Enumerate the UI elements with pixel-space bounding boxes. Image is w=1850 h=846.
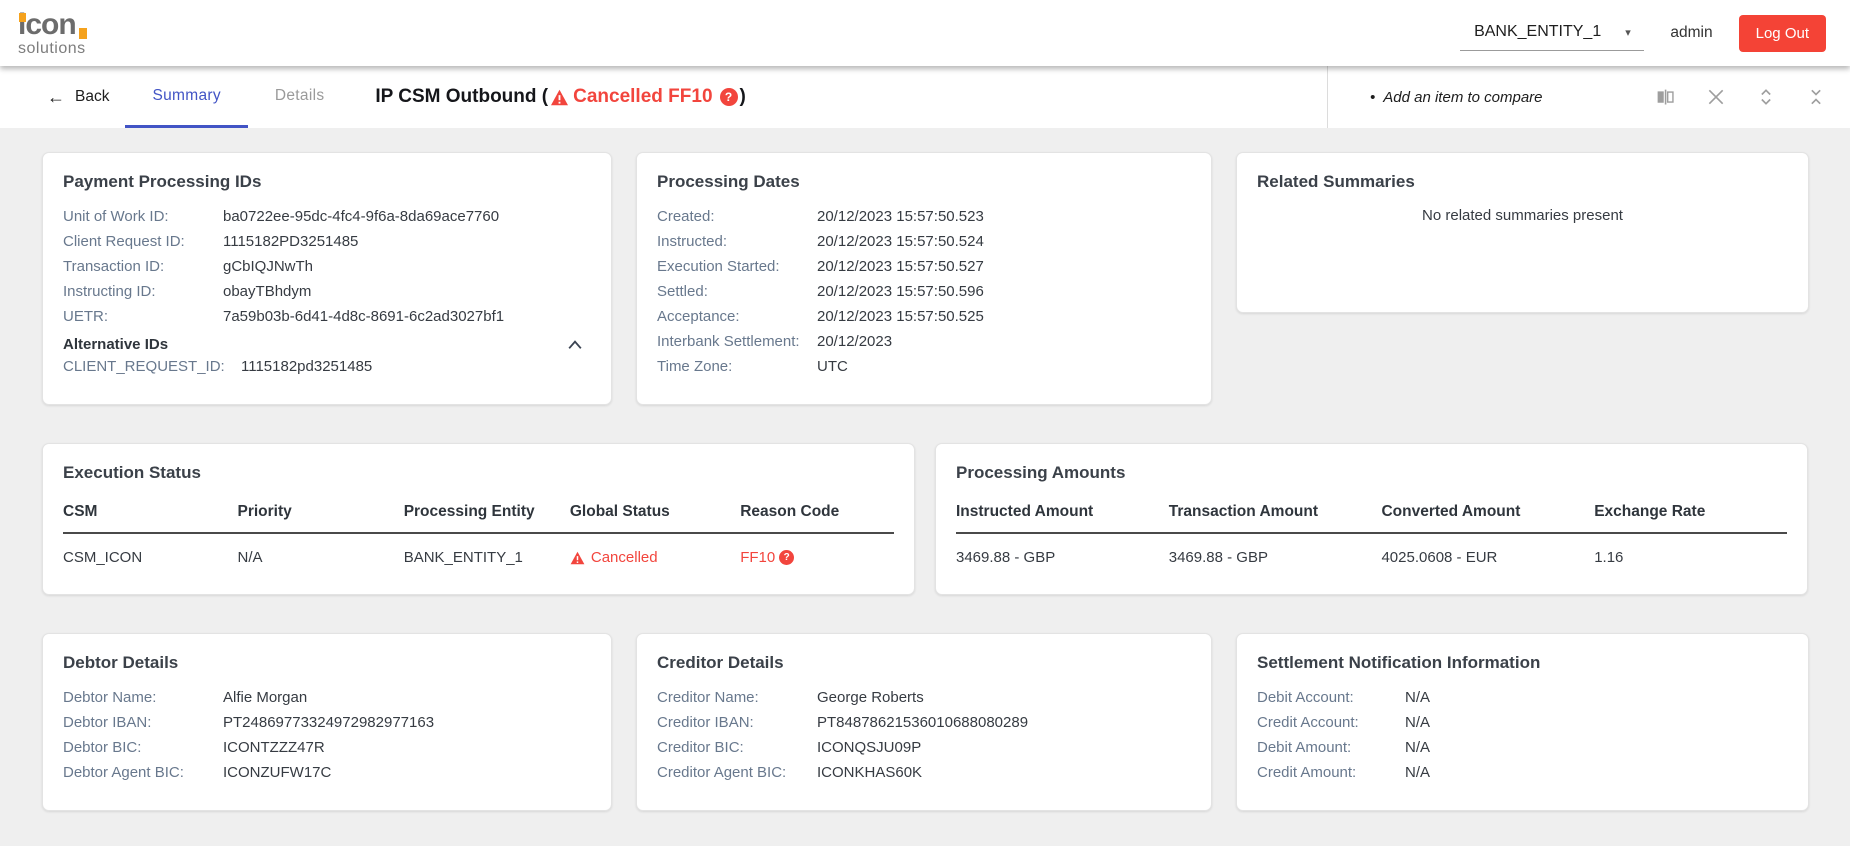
warning-triangle-icon bbox=[550, 89, 569, 106]
chevron-down-icon: ▾ bbox=[1625, 26, 1631, 39]
card-title: Related Summaries bbox=[1257, 172, 1788, 192]
csm-cell: CSM_ICON bbox=[63, 549, 238, 566]
transaction-amount-cell: 3469.88 - GBP bbox=[1169, 549, 1382, 566]
page-title: IP CSM Outbound ( Cancelled FF10 ? ) bbox=[375, 66, 745, 128]
field-row: Created:20/12/2023 15:57:50.523 bbox=[657, 207, 1191, 227]
field-row: Debtor BIC:ICONTZZZ47R bbox=[63, 738, 591, 758]
help-icon[interactable]: ? bbox=[720, 88, 738, 106]
field-row: Debtor Name:Alfie Morgan bbox=[63, 688, 591, 708]
logo-orange-tail bbox=[79, 28, 87, 39]
reason-code-cell: FF10 ? bbox=[740, 549, 894, 566]
field-row: Creditor Name:George Roberts bbox=[657, 688, 1191, 708]
page-title-prefix: IP CSM Outbound ( bbox=[375, 86, 548, 108]
field-row: Time Zone:UTC bbox=[657, 357, 1191, 377]
compare-icon[interactable] bbox=[1655, 87, 1676, 108]
field-row: Debtor IBAN:PT24869773324972982977163 bbox=[63, 713, 591, 733]
table-header-row: CSM Priority Processing Entity Global St… bbox=[63, 503, 894, 534]
converted-amount-cell: 4025.0608 - EUR bbox=[1381, 549, 1594, 566]
debtor-details-card: Debtor Details Debtor Name:Alfie Morgan … bbox=[42, 633, 612, 811]
chevron-up-icon[interactable] bbox=[565, 338, 585, 352]
field-row: Transaction ID:gCbIQJNwTh bbox=[63, 257, 591, 277]
field-row: CLIENT_REQUEST_ID:1115182pd3251485 bbox=[63, 357, 591, 377]
field-row: Debtor Agent BIC:ICONZUFW17C bbox=[63, 763, 591, 783]
summary-toolbar: ← Back Summary Details IP CSM Outbound (… bbox=[0, 66, 1850, 128]
execution-status-card: Execution Status CSM Priority Processing… bbox=[42, 443, 915, 595]
field-row: Instructed:20/12/2023 15:57:50.524 bbox=[657, 232, 1191, 252]
field-row: Debit Amount:N/A bbox=[1257, 738, 1788, 758]
field-row: Settled:20/12/2023 15:57:50.596 bbox=[657, 282, 1191, 302]
logo-orange-dot bbox=[19, 13, 26, 22]
payment-processing-ids-card: Payment Processing IDs Unit of Work ID:b… bbox=[42, 152, 612, 405]
compare-panel: • Add an item to compare bbox=[1327, 66, 1850, 128]
username-label: admin bbox=[1670, 24, 1712, 42]
card-title: Settlement Notification Information bbox=[1257, 653, 1788, 673]
field-row: Creditor Agent BIC:ICONKHAS60K bbox=[657, 763, 1191, 783]
cancelled-status: Cancelled FF10 ? bbox=[550, 86, 737, 108]
field-row: Creditor BIC:ICONQSJU09P bbox=[657, 738, 1191, 758]
field-row: Credit Amount:N/A bbox=[1257, 763, 1788, 783]
processing-amounts-table: Instructed Amount Transaction Amount Con… bbox=[956, 503, 1787, 572]
entity-select[interactable]: BANK_ENTITY_1 ▾ bbox=[1460, 15, 1644, 51]
back-label: Back bbox=[75, 88, 109, 106]
card-title: Payment Processing IDs bbox=[63, 172, 591, 192]
icon-solutions-logo: icon solutions bbox=[18, 10, 86, 57]
field-row: Credit Account:N/A bbox=[1257, 713, 1788, 733]
entity-select-value: BANK_ENTITY_1 bbox=[1474, 23, 1601, 41]
table-row: CSM_ICON N/A BANK_ENTITY_1 Cancelled FF1… bbox=[63, 534, 894, 572]
field-row: Execution Started:20/12/2023 15:57:50.52… bbox=[657, 257, 1191, 277]
compare-hint: • Add an item to compare bbox=[1370, 89, 1543, 106]
status-text: Cancelled FF10 bbox=[573, 86, 712, 108]
close-icon[interactable] bbox=[1706, 87, 1726, 107]
tab-summary[interactable]: Summary bbox=[125, 66, 247, 128]
back-arrow-icon: ← bbox=[47, 87, 65, 108]
logout-button[interactable]: Log Out bbox=[1739, 15, 1826, 52]
logo-subtext: solutions bbox=[18, 41, 86, 57]
table-row: 3469.88 - GBP 3469.88 - GBP 4025.0608 - … bbox=[956, 534, 1787, 572]
related-summaries-empty-text: No related summaries present bbox=[1257, 207, 1788, 224]
exchange-rate-cell: 1.16 bbox=[1594, 549, 1787, 566]
collapse-icon[interactable] bbox=[1806, 87, 1826, 107]
field-row: Client Request ID:1115182PD3251485 bbox=[63, 232, 591, 252]
field-row: UETR:7a59b03b-6d41-4d8c-8691-6c2ad3027bf… bbox=[63, 307, 591, 327]
settlement-notification-card: Settlement Notification Information Debi… bbox=[1236, 633, 1809, 811]
alternative-ids-heading: Alternative IDs bbox=[63, 336, 168, 353]
card-title: Processing Dates bbox=[657, 172, 1191, 192]
priority-cell: N/A bbox=[238, 549, 404, 566]
page-title-suffix: ) bbox=[740, 86, 746, 108]
field-row: Instructing ID:obayTBhdym bbox=[63, 282, 591, 302]
bullet-icon: • bbox=[1370, 89, 1375, 106]
field-row: Debit Account:N/A bbox=[1257, 688, 1788, 708]
global-status-cell: Cancelled bbox=[570, 549, 740, 566]
back-button[interactable]: ← Back bbox=[47, 66, 109, 128]
field-row: Unit of Work ID:ba0722ee-95dc-4fc4-9f6a-… bbox=[63, 207, 591, 227]
field-row: Creditor IBAN:PT84878621536010688080289 bbox=[657, 713, 1191, 733]
warning-triangle-icon bbox=[570, 551, 585, 565]
tab-details[interactable]: Details bbox=[248, 66, 351, 128]
card-title: Debtor Details bbox=[63, 653, 591, 673]
logo-wordmark: icon bbox=[18, 10, 86, 40]
instructed-amount-cell: 3469.88 - GBP bbox=[956, 549, 1169, 566]
help-icon[interactable]: ? bbox=[779, 550, 794, 565]
summary-content: Payment Processing IDs Unit of Work ID:b… bbox=[0, 128, 1850, 811]
card-title: Creditor Details bbox=[657, 653, 1191, 673]
app-header: icon solutions BANK_ENTITY_1 ▾ admin Log… bbox=[0, 0, 1850, 66]
field-row: Acceptance:20/12/2023 15:57:50.525 bbox=[657, 307, 1191, 327]
processing-dates-card: Processing Dates Created:20/12/2023 15:5… bbox=[636, 152, 1212, 405]
card-title: Processing Amounts bbox=[956, 463, 1787, 483]
creditor-details-card: Creditor Details Creditor Name:George Ro… bbox=[636, 633, 1212, 811]
card-title: Execution Status bbox=[63, 463, 894, 483]
related-summaries-card: Related Summaries No related summaries p… bbox=[1236, 152, 1809, 313]
execution-status-table: CSM Priority Processing Entity Global St… bbox=[63, 503, 894, 572]
processing-amounts-card: Processing Amounts Instructed Amount Tra… bbox=[935, 443, 1808, 595]
table-header-row: Instructed Amount Transaction Amount Con… bbox=[956, 503, 1787, 534]
field-row: Interbank Settlement:20/12/2023 bbox=[657, 332, 1191, 352]
expand-icon[interactable] bbox=[1756, 87, 1776, 107]
processing-entity-cell: BANK_ENTITY_1 bbox=[404, 549, 570, 566]
